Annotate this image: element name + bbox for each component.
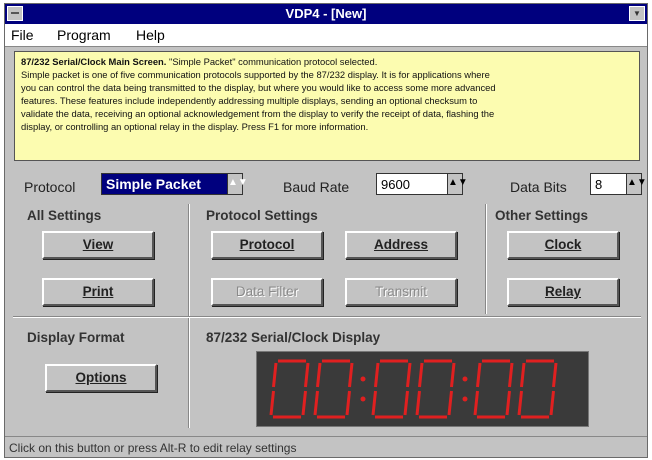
display-segment — [272, 362, 278, 388]
protocol-value: Simple Packet — [106, 176, 201, 192]
app-window: VDP4 - [New] ▼ File Program Help 87/232 … — [4, 3, 648, 458]
all-settings-heading: All Settings — [27, 208, 102, 223]
print-button[interactable]: Print — [42, 278, 154, 306]
display-segment — [552, 362, 558, 388]
menu-help[interactable]: Help — [136, 27, 165, 43]
menu-file[interactable]: File — [11, 27, 34, 43]
info-line: validate the data, receiving an optional… — [21, 108, 495, 119]
data-bits-label: Data Bits — [510, 179, 567, 195]
display-segment — [447, 390, 453, 416]
status-bar: Click on this button or press Alt-R to e… — [5, 436, 647, 457]
display-segment — [304, 362, 310, 388]
info-line: display, or controlling an optional rela… — [21, 121, 369, 132]
colon-dot — [462, 376, 468, 382]
colon-dot — [360, 396, 366, 402]
dropdown-arrow-icon[interactable]: ▲▼ — [227, 174, 248, 194]
display-segment — [313, 390, 319, 416]
display-segment — [269, 390, 275, 416]
window-title: VDP4 - [New] — [285, 6, 367, 21]
display-segment — [517, 390, 523, 416]
colon-dot — [462, 396, 468, 402]
display-segment — [520, 362, 526, 388]
clock-display — [256, 351, 589, 427]
info-line: features. These features include indepen… — [21, 95, 478, 106]
display-segment — [450, 362, 456, 388]
info-heading: 87/232 Serial/Clock Main Screen. — [21, 56, 167, 67]
protocol-settings-heading: Protocol Settings — [206, 208, 318, 223]
menu-program[interactable]: Program — [57, 27, 111, 43]
transmit-button[interactable]: Transmit — [345, 278, 457, 306]
title-bar: VDP4 - [New] ▼ — [5, 4, 647, 24]
protocol-button[interactable]: Protocol — [211, 231, 323, 259]
display-segment — [403, 390, 409, 416]
info-line: you can control the data being transmitt… — [21, 82, 496, 93]
display-segment — [505, 390, 511, 416]
protocol-label: Protocol — [24, 179, 76, 195]
dropdown-arrow-icon[interactable]: ▲▼ — [447, 174, 468, 194]
other-settings-heading: Other Settings — [495, 208, 589, 223]
display-segment — [406, 362, 412, 388]
display-format-heading: Display Format — [27, 330, 125, 345]
info-panel: 87/232 Serial/Clock Main Screen. "Simple… — [14, 51, 640, 161]
display-segment — [476, 362, 482, 388]
display-segment — [473, 390, 479, 416]
display-segment — [549, 390, 555, 416]
baud-rate-value: 9600 — [381, 177, 410, 192]
view-button[interactable]: View — [42, 231, 154, 259]
baud-rate-select[interactable]: 9600 ▲▼ — [376, 173, 468, 195]
menu-bar: File Program Help — [5, 24, 647, 47]
display-segment — [345, 390, 351, 416]
display-segment — [374, 362, 380, 388]
baud-rate-label: Baud Rate — [283, 179, 350, 195]
protocol-select[interactable]: Simple Packet ▲▼ — [101, 173, 248, 195]
address-button[interactable]: Address — [345, 231, 457, 259]
display-segment — [415, 390, 421, 416]
status-text: Click on this button or press Alt-R to e… — [9, 441, 297, 455]
clock-button[interactable]: Clock — [507, 231, 619, 259]
data-bits-value: 8 — [595, 177, 603, 192]
info-line: Simple packet is one of five communicati… — [21, 69, 490, 80]
display-segment — [301, 390, 307, 416]
display-segment — [418, 362, 424, 388]
display-segment — [371, 390, 377, 416]
data-filter-button[interactable]: Data Filter — [211, 278, 323, 306]
data-bits-select[interactable]: 8 ▲▼ — [590, 173, 647, 195]
info-heading-rest: "Simple Packet" communication protocol s… — [166, 56, 378, 67]
display-segment — [508, 362, 514, 388]
divider — [13, 316, 641, 317]
options-button[interactable]: Options — [45, 364, 157, 392]
minimize-icon[interactable]: ▼ — [629, 6, 645, 21]
dropdown-arrow-icon[interactable]: ▲▼ — [626, 174, 647, 194]
relay-button[interactable]: Relay — [507, 278, 619, 306]
seven-segment-readout — [269, 359, 558, 419]
colon-dot — [360, 376, 366, 382]
display-segment — [316, 362, 322, 388]
divider — [485, 204, 486, 314]
display-segment — [348, 362, 354, 388]
serial-display-heading: 87/232 Serial/Clock Display — [206, 330, 381, 345]
